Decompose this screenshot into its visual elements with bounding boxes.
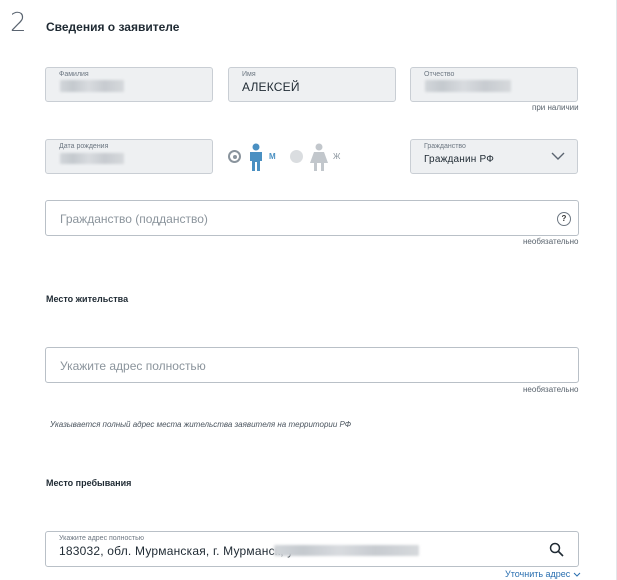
- gender-female-label: Ж: [333, 152, 341, 161]
- female-person-icon: [310, 143, 328, 171]
- step-number: 2: [10, 8, 27, 38]
- stay-address-label: Укажите адрес полностью: [59, 535, 144, 542]
- residence-address-input[interactable]: Укажите адрес полностью: [45, 347, 579, 383]
- search-icon[interactable]: [549, 542, 564, 557]
- surname-label: Фамилия: [59, 71, 89, 78]
- refine-address-label: Уточнить адрес: [505, 569, 571, 579]
- patronymic-value-redacted: [425, 80, 511, 92]
- help-icon[interactable]: ?: [557, 212, 571, 226]
- chevron-down-icon: [551, 152, 565, 160]
- stay-address-value: 183032, обл. Мурманская, г. Мурманск, у: [59, 544, 294, 558]
- name-value: АЛЕКСЕЙ: [242, 80, 300, 94]
- applicant-form: 2 Сведения о заявителе Фамилия Имя АЛЕКС…: [0, 0, 617, 580]
- birthdate-field[interactable]: Дата рождения: [45, 139, 213, 174]
- name-field[interactable]: Имя АЛЕКСЕЙ: [228, 67, 396, 102]
- section-title: Сведения о заявителе: [46, 20, 180, 34]
- citizenship-select[interactable]: Гражданство Гражданин РФ: [410, 139, 578, 174]
- stay-address-redacted: [274, 545, 419, 556]
- patronymic-field[interactable]: Отчество: [410, 67, 578, 102]
- name-label: Имя: [242, 71, 256, 78]
- residence-hint: необязательно: [523, 385, 579, 394]
- gender-male-label: М: [269, 152, 276, 161]
- citizenship-value: Гражданин РФ: [424, 154, 495, 165]
- patronymic-label: Отчество: [424, 71, 455, 78]
- birthdate-label: Дата рождения: [59, 143, 109, 150]
- citizenship-other-placeholder: Гражданство (подданство): [60, 212, 208, 226]
- refine-address-link[interactable]: Уточнить адрес: [505, 569, 581, 579]
- male-person-icon: [250, 143, 262, 171]
- residence-note: Указывается полный адрес места жительств…: [50, 420, 352, 429]
- stay-heading: Место пребывания: [46, 478, 132, 488]
- gender-female-radio[interactable]: [290, 150, 303, 163]
- chevron-down-icon: [573, 572, 581, 577]
- surname-value-redacted: [60, 80, 124, 92]
- stay-address-input[interactable]: Укажите адрес полностью 183032, обл. Мур…: [45, 531, 579, 567]
- surname-field[interactable]: Фамилия: [45, 67, 213, 102]
- citizenship-label: Гражданство: [424, 143, 466, 150]
- residence-heading: Место жительства: [46, 294, 129, 304]
- citizenship-other-input[interactable]: Гражданство (подданство) ?: [45, 200, 579, 236]
- gender-male-radio[interactable]: [228, 150, 241, 163]
- citizenship-other-hint: необязательно: [523, 237, 579, 246]
- residence-address-placeholder: Укажите адрес полностью: [60, 359, 206, 373]
- patronymic-hint: при наличии: [532, 103, 579, 112]
- birthdate-value-redacted: [60, 153, 124, 164]
